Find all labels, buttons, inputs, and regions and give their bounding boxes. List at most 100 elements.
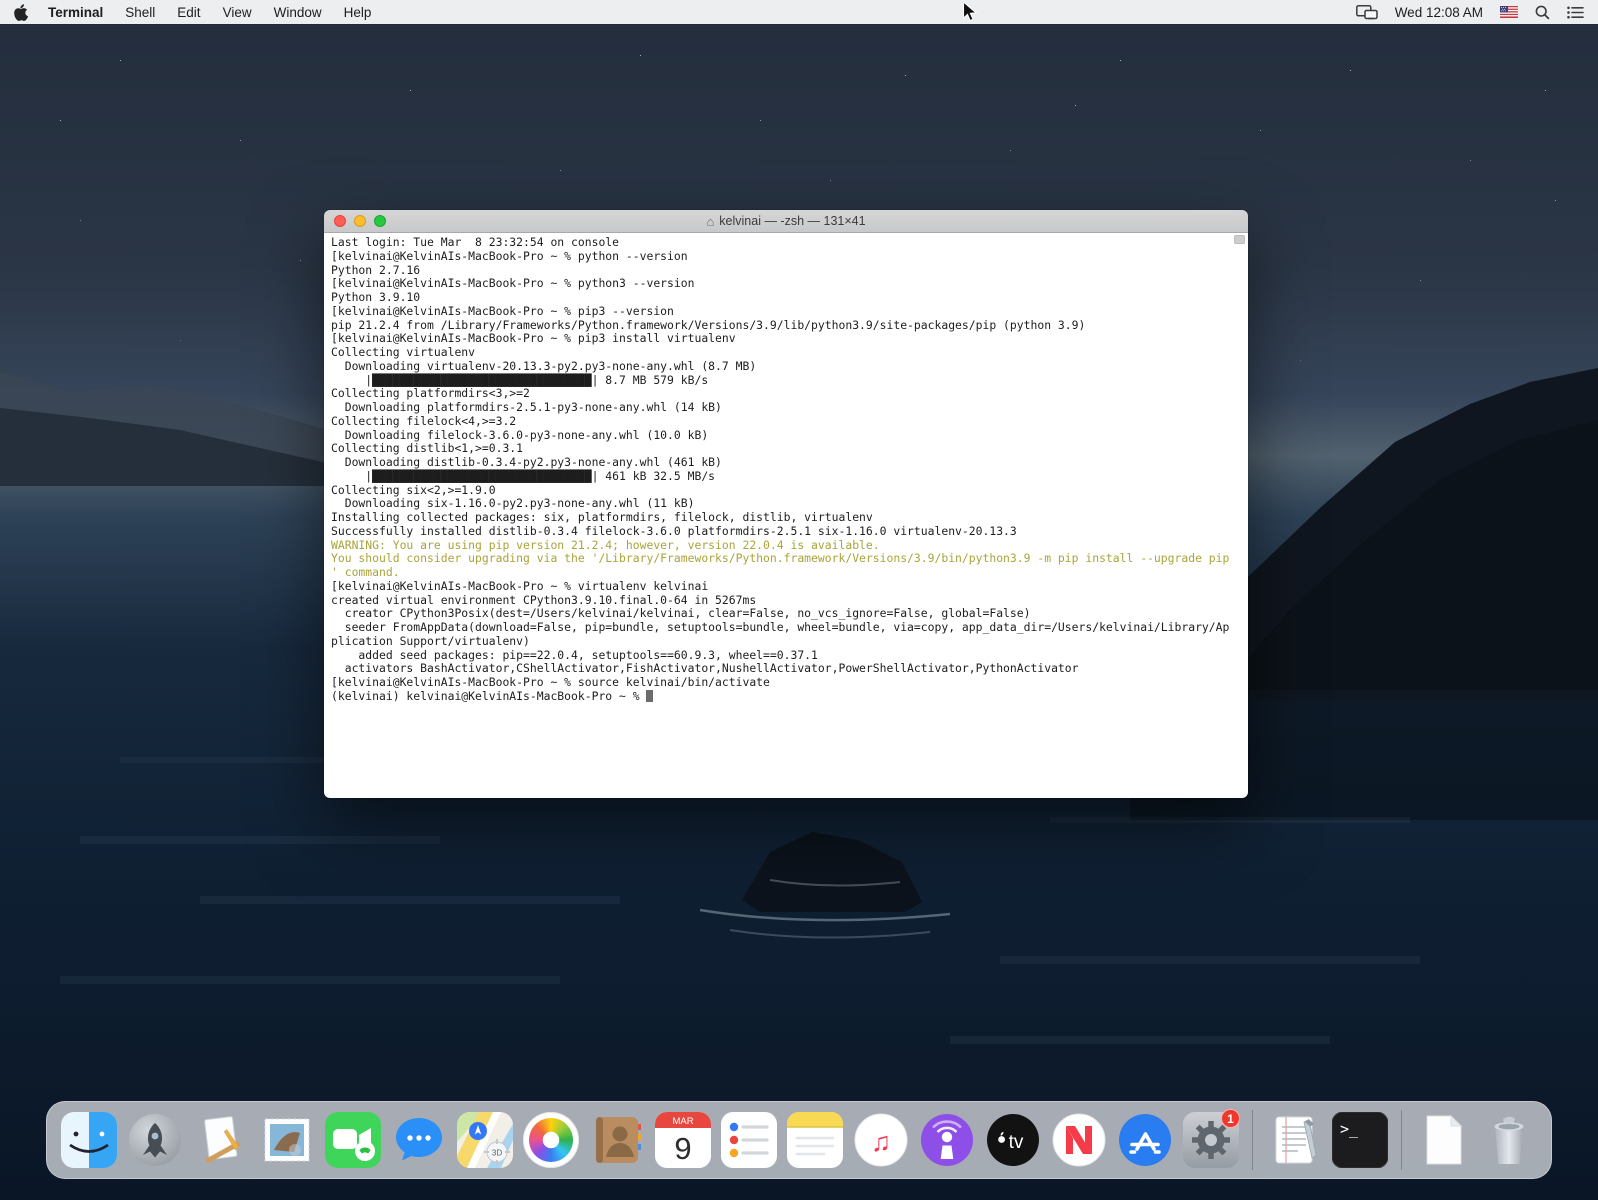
svg-text:♫: ♫ [871, 1127, 891, 1157]
menu-bar: Terminal Shell Edit View Window Help Wed 12:… [0, 0, 1598, 24]
terminal-line: [kelvinai@KelvinAIs-MacBook-Pro ~ % virt… [331, 580, 1241, 594]
window-title: ⌂ kelvinai — -zsh — 131×41 [706, 214, 865, 228]
calendar-icon: MAR 9 [655, 1112, 711, 1168]
svg-text:3D: 3D [492, 1149, 502, 1158]
menu-shell[interactable]: Shell [125, 5, 155, 20]
scrollbar-thumb[interactable] [1234, 235, 1245, 244]
dock-item-tv[interactable]: tv [981, 1108, 1045, 1172]
photos-icon [523, 1112, 579, 1168]
messages-icon [391, 1112, 447, 1168]
dock-item-mail[interactable] [255, 1108, 319, 1172]
screen-mirroring-icon[interactable] [1356, 5, 1378, 20]
dock-item-textedit[interactable] [1262, 1108, 1326, 1172]
terminal-line: Python 3.9.10 [331, 291, 1241, 305]
facetime-icon [325, 1112, 381, 1168]
dock-item-contacts[interactable] [585, 1108, 649, 1172]
terminal-line: Downloading virtualenv-20.13.3-py2.py3-n… [331, 360, 1241, 374]
svg-text:MAR: MAR [672, 1116, 693, 1127]
preview-icon [193, 1112, 249, 1168]
terminal-line: Downloading distlib-0.3.4-py2.py3-none-a… [331, 456, 1241, 470]
terminal-line: Collecting virtualenv [331, 346, 1241, 360]
terminal-line: creator CPython3Posix(dest=/Users/kelvin… [331, 607, 1241, 621]
terminal-line: Collecting distlib<1,>=0.3.1 [331, 442, 1241, 456]
dock-item-reminders[interactable] [717, 1108, 781, 1172]
us-flag-icon[interactable] [1500, 6, 1518, 18]
podcasts-icon [919, 1112, 975, 1168]
active-app-name[interactable]: Terminal [48, 5, 103, 20]
dock-item-finder[interactable] [57, 1108, 121, 1172]
terminal-line: [kelvinai@KelvinAIs-MacBook-Pro ~ % pyth… [331, 277, 1241, 291]
terminal-line: |████████████████████████████████| 461 k… [331, 470, 1241, 484]
app-store-icon [1117, 1112, 1173, 1168]
close-button[interactable] [334, 215, 346, 227]
terminal-line: |████████████████████████████████| 8.7 M… [331, 374, 1241, 388]
menu-edit[interactable]: Edit [177, 5, 200, 20]
menu-view[interactable]: View [223, 5, 252, 20]
terminal-line: created virtual environment CPython3.9.1… [331, 594, 1241, 608]
terminal-line: Collecting six<2,>=1.9.0 [331, 484, 1241, 498]
dock-item-document[interactable] [1411, 1108, 1475, 1172]
apple-menu[interactable] [14, 4, 28, 21]
terminal-line: Downloading platformdirs-2.5.1-py3-none-… [331, 401, 1241, 415]
traffic-lights [334, 210, 386, 232]
terminal-line: Installing collected packages: six, plat… [331, 511, 1241, 525]
terminal-line: [kelvinai@KelvinAIs-MacBook-Pro ~ % sour… [331, 676, 1241, 690]
mouse-cursor [962, 1, 977, 28]
terminal-window[interactable]: ⌂ kelvinai — -zsh — 131×41 Last login: T… [324, 210, 1248, 798]
tv-icon: tv [985, 1112, 1041, 1168]
finder-icon [61, 1112, 117, 1168]
svg-text:9: 9 [674, 1131, 691, 1166]
dock-item-notes[interactable] [783, 1108, 847, 1172]
terminal-line: Successfully installed distlib-0.3.4 fil… [331, 525, 1241, 539]
window-title-text: kelvinai — -zsh — 131×41 [719, 214, 865, 228]
terminal-line: [kelvinai@KelvinAIs-MacBook-Pro ~ % pip3… [331, 332, 1241, 346]
terminal-line: Collecting filelock<4,>=3.2 [331, 415, 1241, 429]
dock-item-facetime[interactable] [321, 1108, 385, 1172]
terminal-line: activators BashActivator,CShellActivator… [331, 662, 1241, 676]
dock-item-messages[interactable] [387, 1108, 451, 1172]
music-icon: ♫ [853, 1112, 909, 1168]
dock-divider [1401, 1110, 1402, 1170]
notes-icon [787, 1112, 843, 1168]
window-title-bar[interactable]: ⌂ kelvinai — -zsh — 131×41 [324, 210, 1248, 233]
document-icon [1415, 1112, 1471, 1168]
zoom-button[interactable] [374, 215, 386, 227]
menu-help[interactable]: Help [344, 5, 372, 20]
terminal-line: Downloading six-1.16.0-py2.py3-none-any.… [331, 497, 1241, 511]
minimize-button[interactable] [354, 215, 366, 227]
terminal-line: WARNING: You are using pip version 21.2.… [331, 539, 1241, 553]
terminal-line: (kelvinai) kelvinai@KelvinAIs-MacBook-Pr… [331, 690, 1241, 704]
dock-item-maps[interactable]: 3D [453, 1108, 517, 1172]
dock-item-app-store[interactable] [1113, 1108, 1177, 1172]
svg-text:>_: >_ [1340, 1120, 1359, 1138]
dock: 3D MAR 9 ♫ tv 1 >_ [46, 1101, 1552, 1179]
news-icon [1051, 1112, 1107, 1168]
apple-logo-icon [14, 4, 28, 21]
dock-item-news[interactable] [1047, 1108, 1111, 1172]
dock-item-terminal[interactable]: >_ [1328, 1108, 1392, 1172]
dock-item-launchpad[interactable] [123, 1108, 187, 1172]
notification-center-icon[interactable] [1567, 6, 1584, 19]
terminal-line: ' command. [331, 566, 1241, 580]
dock-item-trash[interactable] [1477, 1108, 1541, 1172]
terminal-output[interactable]: Last login: Tue Mar 8 23:32:54 on consol… [324, 233, 1248, 798]
dock-item-system-preferences[interactable]: 1 [1179, 1108, 1243, 1172]
terminal-icon: >_ [1332, 1112, 1388, 1168]
dock-item-music[interactable]: ♫ [849, 1108, 913, 1172]
terminal-line: Downloading filelock-3.6.0-py3-none-any.… [331, 429, 1241, 443]
terminal-line: added seed packages: pip==22.0.4, setupt… [331, 649, 1241, 663]
dock-item-photos[interactable] [519, 1108, 583, 1172]
dock-item-preview[interactable] [189, 1108, 253, 1172]
dock-item-calendar[interactable]: MAR 9 [651, 1108, 715, 1172]
launchpad-icon [127, 1112, 183, 1168]
menu-items: Shell Edit View Window Help [125, 5, 371, 20]
dock-item-podcasts[interactable] [915, 1108, 979, 1172]
terminal-line: [kelvinai@KelvinAIs-MacBook-Pro ~ % pip3… [331, 305, 1241, 319]
terminal-cursor [646, 690, 653, 702]
menu-bar-clock[interactable]: Wed 12:08 AM [1395, 5, 1483, 20]
textedit-icon [1266, 1112, 1322, 1168]
terminal-line: Collecting platformdirs<3,>=2 [331, 387, 1241, 401]
spotlight-search-icon[interactable] [1535, 5, 1550, 20]
contacts-icon [589, 1112, 645, 1168]
menu-window[interactable]: Window [274, 5, 322, 20]
